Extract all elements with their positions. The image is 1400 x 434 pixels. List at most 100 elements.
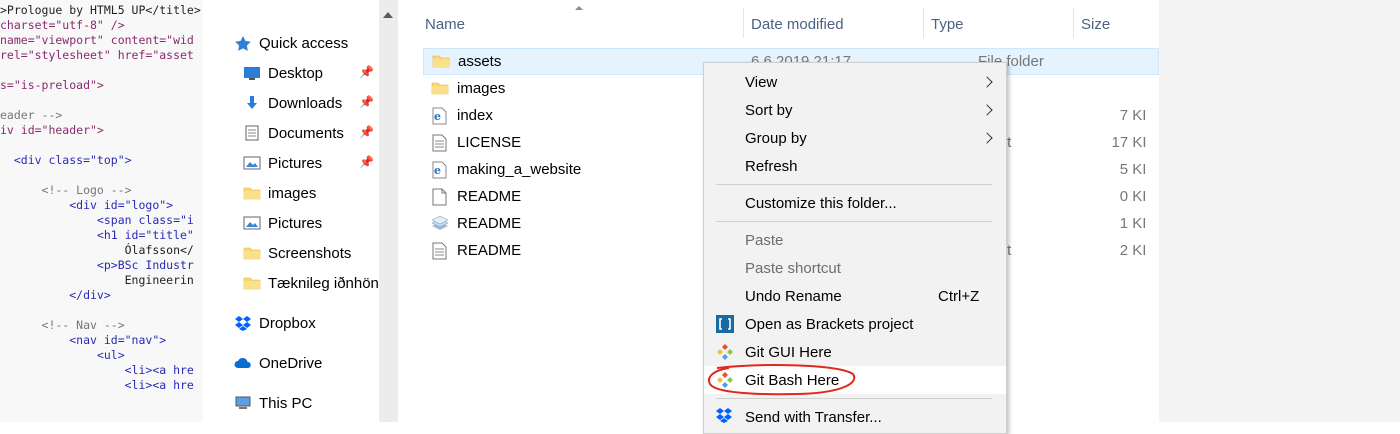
pictures-icon: [243, 215, 261, 231]
star-icon: [234, 35, 252, 51]
code-line: <li><a hre: [0, 378, 194, 392]
menu-item-send-with-transfer[interactable]: Send with Transfer...: [704, 403, 1006, 431]
pin-icon[interactable]: 📌: [359, 65, 374, 79]
column-header-size[interactable]: Size: [1081, 10, 1110, 38]
file-name: README: [457, 188, 522, 205]
menu-item-git-gui-here[interactable]: Git GUI Here: [704, 338, 1006, 366]
menu-item-label: Group by: [745, 129, 807, 147]
nav-item-pictures[interactable]: Pictures: [243, 211, 322, 235]
menu-item-paste-shortcut[interactable]: Paste shortcut: [704, 254, 1006, 282]
nav-item-t-knileg-i-nh-nn[interactable]: Tæknileg iðnhönn: [243, 271, 379, 295]
chevron-right-icon: [981, 104, 993, 116]
svg-text:e: e: [434, 164, 441, 177]
menu-separator: [716, 221, 992, 222]
desktop-icon: [243, 65, 261, 81]
menu-item-view[interactable]: View: [704, 68, 1006, 96]
file-name: making_a_website: [457, 161, 582, 178]
nav-item-label: Documents: [268, 124, 344, 142]
menu-item-label: Sort by: [745, 101, 793, 119]
menu-item-label: Send with Transfer...: [745, 408, 882, 426]
code-line: <div id="logo">: [0, 198, 174, 212]
navigation-pane: Quick access Desktop 📌 Downloads 📌 Documents 📌…: [203, 0, 379, 422]
menu-item-open-as-brackets-project[interactable]: Open as Brackets project: [704, 310, 1006, 338]
code-line: rel="stylesheet" href="asset: [0, 48, 194, 62]
blank-file-icon: [431, 188, 448, 206]
file-name: index: [457, 107, 493, 124]
column-divider[interactable]: [923, 8, 924, 38]
column-divider[interactable]: [1073, 8, 1074, 38]
navigation-scrollbar[interactable]: [379, 0, 398, 422]
file-size: 0 KI: [1119, 188, 1147, 205]
nav-item-pictures[interactable]: Pictures: [243, 151, 322, 175]
code-line: <p>BSc Industr: [0, 258, 194, 272]
brackets-icon: [715, 314, 735, 334]
column-header-date-modified[interactable]: Date modified: [751, 10, 844, 38]
folder-icon: [243, 275, 261, 291]
nav-item-screenshots[interactable]: Screenshots: [243, 241, 351, 265]
menu-separator: [716, 184, 992, 185]
code-line: <span class="i: [0, 213, 194, 227]
nav-item-dropbox[interactable]: Dropbox: [234, 311, 316, 335]
column-divider[interactable]: [743, 8, 744, 38]
file-name: README: [457, 215, 522, 232]
code-line: name="viewport" content="wid: [0, 33, 194, 47]
code-line: Engineerin: [0, 273, 194, 287]
file-name: LICENSE: [457, 134, 522, 151]
column-header-name[interactable]: Name: [425, 10, 465, 38]
menu-item-label: Paste: [745, 231, 784, 249]
highlight-annotation-circle: [708, 364, 856, 396]
menu-item-label: Git GUI Here: [745, 343, 832, 361]
menu-item-label: View: [745, 73, 778, 91]
folder-icon: [243, 245, 261, 261]
column-header-type[interactable]: Type: [931, 10, 964, 38]
menu-item-undo-rename[interactable]: Undo Rename Ctrl+Z: [704, 282, 1006, 310]
nav-item-label: Tæknileg iðnhönn: [268, 274, 379, 292]
nav-item-label: Pictures: [268, 214, 323, 232]
file-size: 7 KI: [1119, 107, 1147, 124]
menu-item-customize-this-folder[interactable]: Customize this folder...: [704, 189, 1006, 217]
git-icon: [715, 342, 735, 362]
code-line: eader -->: [0, 108, 63, 122]
code-line: Ólafsson</: [0, 243, 194, 257]
folder-icon: [431, 80, 449, 98]
nav-item-images[interactable]: images: [243, 181, 316, 205]
file-size: 5 KI: [1119, 161, 1147, 178]
file-size: 1 KI: [1119, 215, 1147, 232]
code-line: charset="utf-8" />: [0, 18, 125, 32]
nav-item-documents[interactable]: Documents: [243, 121, 344, 145]
code-line: <nav id="nav">: [0, 333, 167, 347]
menu-item-paste[interactable]: Paste: [704, 226, 1006, 254]
sort-ascending-icon: [575, 6, 583, 10]
menu-item-label: Undo Rename: [745, 287, 842, 305]
menu-item-group-by[interactable]: Group by: [704, 124, 1006, 152]
code-line: <h1 id="title": [0, 228, 194, 242]
nav-item-desktop[interactable]: Desktop: [243, 61, 323, 85]
menu-item-label: Customize this folder...: [745, 194, 897, 212]
text-file-icon: [431, 134, 448, 152]
nav-item-onedrive[interactable]: OneDrive: [234, 351, 322, 375]
nav-item-label: Downloads: [268, 94, 343, 112]
nav-item-quick-access[interactable]: Quick access: [234, 31, 348, 55]
nav-item-this-pc[interactable]: This PC: [234, 391, 312, 415]
pin-icon[interactable]: 📌: [359, 95, 374, 109]
code-line: <ul>: [0, 348, 125, 362]
chevron-right-icon: [981, 132, 993, 144]
code-line: <li><a hre: [0, 363, 194, 377]
pictures-icon: [243, 155, 261, 171]
folder-icon: [243, 185, 261, 201]
nav-item-downloads[interactable]: Downloads: [243, 91, 342, 115]
computer-icon: [234, 395, 252, 411]
menu-item-sort-by[interactable]: Sort by: [704, 96, 1006, 124]
scroll-up-arrow-icon[interactable]: [383, 12, 393, 18]
code-line: s="is-preload">: [0, 78, 104, 92]
code-line: </div>: [0, 288, 111, 302]
code-line: <div class="top">: [0, 153, 132, 167]
menu-item-refresh[interactable]: Refresh: [704, 152, 1006, 180]
nav-item-label: Screenshots: [268, 244, 352, 262]
code-line: >Prologue by HTML5 UP</title>: [0, 3, 201, 17]
nav-item-label: images: [268, 184, 317, 202]
pin-icon[interactable]: 📌: [359, 155, 374, 169]
pin-icon[interactable]: 📌: [359, 125, 374, 139]
file-size: 17 KI: [1111, 134, 1147, 151]
nav-item-label: This PC: [259, 394, 313, 412]
